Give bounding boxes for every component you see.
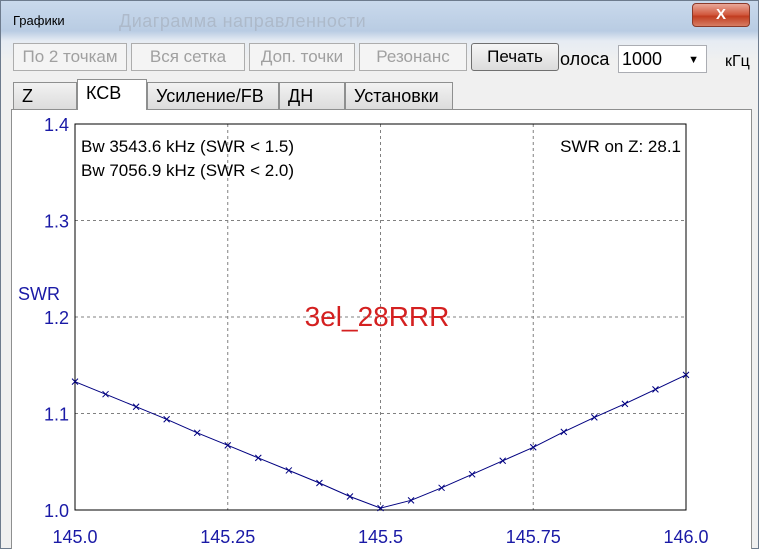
swr-data-point [132, 403, 140, 411]
window-title: Графики [13, 13, 65, 28]
y-tick-label: 1.0 [44, 501, 69, 521]
background-window-title: Диаграмма направленности [119, 11, 367, 31]
model-name-label: 3el_28RRR [305, 301, 450, 332]
swr-data-point [590, 414, 598, 421]
bandwidth-2-annotation: Bw 7056.9 kHz (SWR < 2.0) [81, 161, 294, 180]
y-tick-label: 1.3 [44, 212, 69, 232]
bandwidth-unit: кГц [725, 53, 750, 70]
tab-gain-fb[interactable]: Усиление/FB [147, 82, 279, 109]
extra-points-button[interactable]: Доп. точки [249, 43, 355, 71]
bandwidth-value: 1000 [622, 49, 663, 69]
swr-data-point [499, 457, 507, 465]
bandwidth-select[interactable]: 1000 ▼ [618, 45, 707, 73]
chevron-down-icon[interactable]: ▼ [688, 47, 699, 73]
x-tick-label: 145.75 [506, 527, 561, 547]
bandwidth-1-annotation: Bw 3543.6 kHz (SWR < 1.5) [81, 137, 294, 156]
y-tick-label: 1.4 [44, 115, 69, 135]
title-bar[interactable]: Графики Диаграмма направленности X [1, 1, 758, 35]
chart-panel: 1.4 1.3 1.2 1.1 1.0 145.0 145.25 145.5 145.75 146… [11, 109, 752, 549]
swr-data-point [652, 386, 659, 393]
y-tick-label: 1.1 [44, 405, 69, 425]
bandwidth-label: олоса [560, 49, 610, 69]
graphs-window: Графики Диаграмма направленности X По 2 … [0, 0, 759, 549]
swr-data-point [254, 454, 262, 462]
swr-data-point [316, 479, 323, 487]
tab-swr[interactable]: КСВ [77, 79, 147, 110]
x-tick-label: 145.5 [358, 527, 403, 547]
swr-data-point [560, 428, 568, 436]
resonance-button[interactable]: Резонанс [359, 43, 467, 71]
x-tick-label: 146.0 [663, 527, 708, 547]
print-button[interactable]: Печать [471, 43, 559, 71]
swr-data-point [468, 470, 476, 478]
swr-chart: 1.4 1.3 1.2 1.1 1.0 145.0 145.25 145.5 145.75 146… [18, 115, 709, 547]
x-tick-label: 145.25 [200, 527, 255, 547]
swr-data-point [621, 400, 629, 408]
swr-data-point [438, 484, 445, 492]
y-axis-label: SWR [18, 284, 60, 304]
whole-grid-button[interactable]: Вся сетка [131, 43, 245, 71]
y-tick-label: 1.2 [44, 308, 69, 328]
two-points-button[interactable]: По 2 точкам [13, 43, 127, 71]
tab-settings[interactable]: Установки [345, 82, 453, 109]
swr-on-z-annotation: SWR on Z: 28.1 [560, 137, 681, 156]
swr-data-point [102, 390, 109, 398]
swr-data-point [163, 415, 171, 423]
swr-data-point [346, 493, 354, 500]
tab-z[interactable]: Z [13, 82, 77, 109]
tab-pattern[interactable]: ДН [279, 82, 345, 109]
swr-data-point [193, 429, 201, 437]
x-tick-label: 145.0 [52, 527, 97, 547]
close-button[interactable]: X [692, 3, 750, 27]
close-icon: X [715, 6, 726, 23]
swr-data-point [285, 467, 293, 474]
